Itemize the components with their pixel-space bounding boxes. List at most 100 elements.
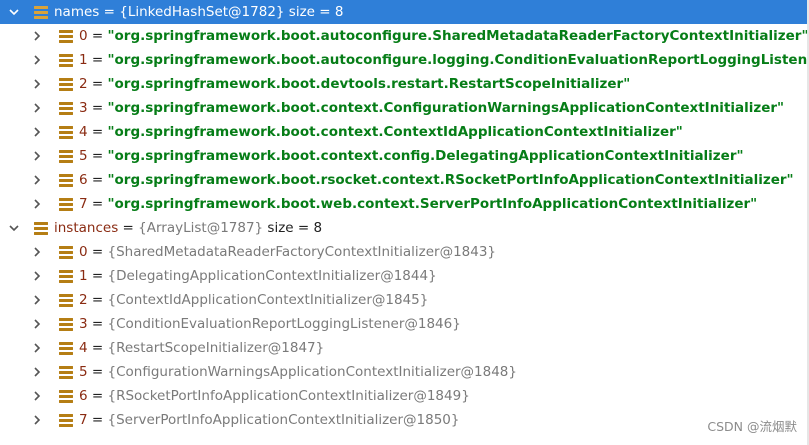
string-value: "org.springframework.boot.autoconfigure.…: [107, 52, 809, 68]
equals-sign: =: [87, 268, 108, 284]
tree-node-names-4[interactable]: 4 = "org.springframework.boot.context.Co…: [0, 120, 809, 144]
equals-sign: =: [87, 52, 108, 68]
tree-node-instances-3[interactable]: 3 = {ConditionEvaluationReportLoggingLis…: [0, 312, 809, 336]
node-label: 3 = {ConditionEvaluationReportLoggingLis…: [79, 312, 461, 336]
variable-name: instances: [54, 220, 119, 236]
tree-node-instances-0[interactable]: 0 = {SharedMetadataReaderFactoryContextI…: [0, 240, 809, 264]
field-icon: [58, 148, 74, 164]
equals-sign: =: [87, 148, 108, 164]
string-value: "org.springframework.boot.context.config…: [107, 148, 744, 164]
chevron-right-icon[interactable]: [29, 168, 45, 192]
node-label: 1 = {DelegatingApplicationContextInitial…: [79, 264, 437, 288]
tree-node-names-5[interactable]: 5 = "org.springframework.boot.context.co…: [0, 144, 809, 168]
chevron-right-icon[interactable]: [29, 360, 45, 384]
chevron-right-icon[interactable]: [29, 240, 45, 264]
equals-sign: =: [87, 100, 108, 116]
field-icon: [58, 124, 74, 140]
chevron-right-icon[interactable]: [29, 24, 45, 48]
string-value: "org.springframework.boot.rsocket.contex…: [107, 172, 794, 188]
field-icon: [58, 316, 74, 332]
node-label: 4 = {RestartScopeInitializer@1847}: [79, 336, 324, 360]
equals-sign: =: [99, 4, 120, 20]
node-label: 2 = {ContextIdApplicationContextInitiali…: [79, 288, 428, 312]
node-label: 7 = {ServerPortInfoApplicationContextIni…: [79, 408, 459, 432]
chevron-right-icon[interactable]: [29, 336, 45, 360]
equals-sign: =: [87, 340, 108, 356]
index-label: 6: [79, 172, 88, 188]
tree-node-instances-1[interactable]: 1 = {DelegatingApplicationContextInitial…: [0, 264, 809, 288]
tree-node-names-3[interactable]: 3 = "org.springframework.boot.context.Co…: [0, 96, 809, 120]
chevron-right-icon[interactable]: [29, 288, 45, 312]
object-reference: {ContextIdApplicationContextInitializer@…: [107, 292, 429, 308]
object-reference: {RestartScopeInitializer@1847}: [107, 340, 325, 356]
chevron-right-icon[interactable]: [29, 312, 45, 336]
field-icon: [33, 4, 49, 20]
chevron-right-icon[interactable]: [29, 48, 45, 72]
chevron-down-icon[interactable]: [6, 0, 22, 24]
field-icon: [33, 220, 49, 236]
tree-node-names[interactable]: names = {LinkedHashSet@1782} size = 8: [0, 0, 809, 24]
chevron-right-icon[interactable]: [29, 96, 45, 120]
field-icon: [58, 340, 74, 356]
chevron-right-icon[interactable]: [29, 72, 45, 96]
field-icon: [58, 268, 74, 284]
tree-node-instances-2[interactable]: 2 = {ContextIdApplicationContextInitiali…: [0, 288, 809, 312]
equals-sign: =: [87, 364, 108, 380]
string-value: "org.springframework.boot.web.context.Se…: [107, 196, 758, 212]
chevron-right-icon[interactable]: [29, 384, 45, 408]
object-reference: {ServerPortInfoApplicationContextInitial…: [107, 412, 460, 428]
tree-node-instances[interactable]: instances = {ArrayList@1787} size = 8: [0, 216, 809, 240]
index-label: 5: [79, 148, 88, 164]
string-value: "org.springframework.boot.autoconfigure.…: [107, 28, 809, 44]
index-label: 1: [79, 52, 88, 68]
node-label: 6 = {RSocketPortInfoApplicationContextIn…: [79, 384, 470, 408]
tree-node-names-6[interactable]: 6 = "org.springframework.boot.rsocket.co…: [0, 168, 809, 192]
field-icon: [58, 76, 74, 92]
field-icon: [58, 388, 74, 404]
string-value: "org.springframework.boot.context.Config…: [107, 100, 785, 116]
chevron-right-icon[interactable]: [29, 144, 45, 168]
field-icon: [58, 196, 74, 212]
equals-sign: =: [87, 388, 108, 404]
equals-sign: =: [87, 196, 108, 212]
tree-node-names-1[interactable]: 1 = "org.springframework.boot.autoconfig…: [0, 48, 809, 72]
tree-node-instances-6[interactable]: 6 = {RSocketPortInfoApplicationContextIn…: [0, 384, 809, 408]
node-label: 1 = "org.springframework.boot.autoconfig…: [79, 48, 809, 72]
node-label: 6 = "org.springframework.boot.rsocket.co…: [79, 168, 794, 192]
index-label: 3: [79, 316, 88, 332]
object-reference: {RSocketPortInfoApplicationContextInitia…: [107, 388, 470, 404]
node-label: 4 = "org.springframework.boot.context.Co…: [79, 120, 683, 144]
tree-node-names-2[interactable]: 2 = "org.springframework.boot.devtools.r…: [0, 72, 809, 96]
field-icon: [58, 52, 74, 68]
node-label: names = {LinkedHashSet@1782} size = 8: [54, 0, 343, 24]
index-label: 2: [79, 292, 88, 308]
equals-sign: =: [87, 124, 108, 140]
index-label: 4: [79, 340, 88, 356]
tree-node-instances-7[interactable]: 7 = {ServerPortInfoApplicationContextIni…: [0, 408, 809, 432]
index-label: 7: [79, 196, 88, 212]
field-icon: [58, 28, 74, 44]
index-label: 1: [79, 268, 88, 284]
tree-node-names-0[interactable]: 0 = "org.springframework.boot.autoconfig…: [0, 24, 809, 48]
chevron-right-icon[interactable]: [29, 192, 45, 216]
object-reference: {ConditionEvaluationReportLoggingListene…: [107, 316, 461, 332]
equals-sign: =: [87, 412, 108, 428]
chevron-right-icon[interactable]: [29, 120, 45, 144]
debugger-variables-tree: names = {LinkedHashSet@1782} size = 8 0 …: [0, 0, 809, 432]
node-label: 0 = "org.springframework.boot.autoconfig…: [79, 24, 809, 48]
object-reference: {SharedMetadataReaderFactoryContextIniti…: [107, 244, 497, 260]
size-label: size = 8: [284, 4, 344, 20]
chevron-right-icon[interactable]: [29, 408, 45, 432]
node-label: 3 = "org.springframework.boot.context.Co…: [79, 96, 784, 120]
tree-node-instances-4[interactable]: 4 = {RestartScopeInitializer@1847}: [0, 336, 809, 360]
chevron-down-icon[interactable]: [6, 216, 22, 240]
equals-sign: =: [118, 220, 139, 236]
tree-node-names-7[interactable]: 7 = "org.springframework.boot.web.contex…: [0, 192, 809, 216]
index-label: 0: [79, 244, 88, 260]
equals-sign: =: [87, 244, 108, 260]
string-value: "org.springframework.boot.devtools.resta…: [107, 76, 631, 92]
chevron-right-icon[interactable]: [29, 264, 45, 288]
equals-sign: =: [87, 76, 108, 92]
node-label: 0 = {SharedMetadataReaderFactoryContextI…: [79, 240, 496, 264]
tree-node-instances-5[interactable]: 5 = {ConfigurationWarningsApplicationCon…: [0, 360, 809, 384]
